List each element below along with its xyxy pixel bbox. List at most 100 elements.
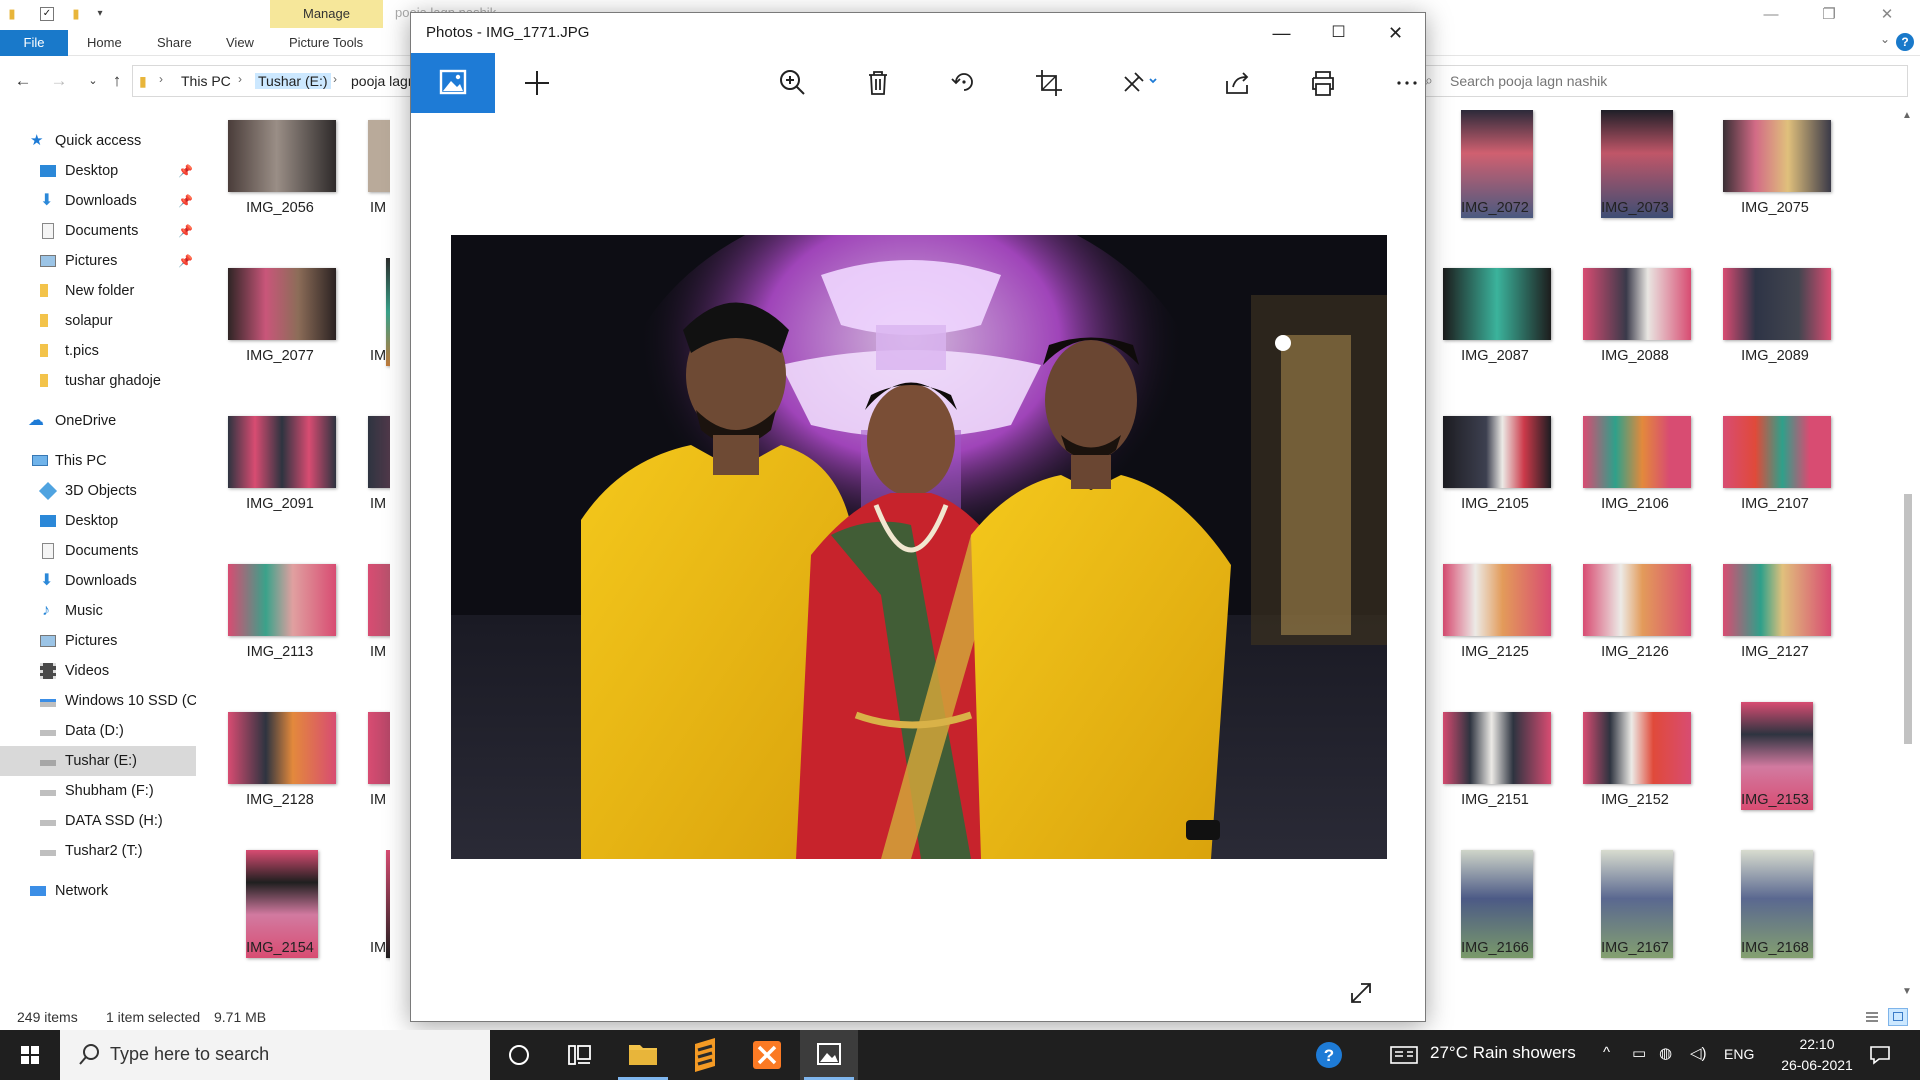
list-item[interactable]: IMG_2077 [210, 258, 350, 406]
expand-ribbon-icon[interactable]: ⌄ [1880, 32, 1890, 46]
sidebar-item-t-pics[interactable]: t.pics [0, 336, 196, 366]
sidebar-item-3d-objects[interactable]: 3D Objects [0, 476, 196, 506]
battery-icon[interactable]: ▭ [1632, 1044, 1646, 1062]
print-button[interactable] [1305, 65, 1341, 101]
list-item[interactable]: IMG_2154 [210, 850, 350, 998]
list-item[interactable]: IMG_2105 [1425, 406, 1565, 554]
pin-icon[interactable]: 📌 [178, 246, 193, 276]
list-item[interactable]: IM [350, 110, 390, 258]
sidebar-item-desktop-pc[interactable]: Desktop [0, 506, 196, 536]
list-item[interactable]: IMG_2113 [210, 554, 350, 702]
back-arrow-icon[interactable]: ← [12, 70, 34, 92]
notifications-icon[interactable] [1868, 1043, 1892, 1067]
full-screen-button[interactable] [1347, 979, 1375, 1007]
photo-canvas[interactable] [451, 235, 1387, 859]
sidebar-item-videos[interactable]: Videos [0, 656, 196, 686]
up-arrow-icon[interactable]: ↑ [106, 70, 128, 92]
explorer-close-button[interactable]: ✕ [1864, 0, 1910, 30]
details-view-icon[interactable] [1862, 1008, 1882, 1026]
sidebar-item-drive-d[interactable]: Data (D:) [0, 716, 196, 746]
system-clock[interactable]: 22:10 26-06-2021 [1772, 1034, 1862, 1076]
sidebar-item-pictures-pc[interactable]: Pictures [0, 626, 196, 656]
list-item[interactable]: IMG_2167 [1565, 850, 1705, 998]
search-box[interactable]: ⌕ [1422, 65, 1908, 97]
sidebar-item-drive-c[interactable]: Windows 10 SSD (C [0, 686, 196, 716]
network-globe-icon[interactable]: ◍ [1659, 1044, 1672, 1062]
properties-icon[interactable]: ✓ [40, 7, 54, 21]
list-item[interactable]: IMG_2166 [1425, 850, 1565, 998]
list-item[interactable]: IMG_2128 [210, 702, 350, 850]
list-item[interactable]: IM [350, 554, 390, 702]
breadcrumb[interactable]: ▮ › This PC › Tushar (E:) › pooja lagn n… [132, 65, 460, 97]
list-item[interactable]: IMG_2152 [1565, 702, 1705, 850]
large-icons-view-icon[interactable] [1888, 1008, 1908, 1026]
help-icon[interactable]: ? [1896, 33, 1914, 51]
show-hidden-icons-icon[interactable]: ^ [1603, 1044, 1610, 1061]
news-widget-icon[interactable] [1389, 1044, 1419, 1066]
sidebar-item-network[interactable]: Network [0, 876, 196, 906]
cortana-button[interactable] [490, 1030, 548, 1080]
tab-home[interactable]: Home [87, 30, 122, 56]
start-button[interactable] [0, 1030, 60, 1080]
sidebar-item-downloads[interactable]: ⬇ Downloads 📌 [0, 186, 196, 216]
tab-picture-tools[interactable]: Picture Tools [289, 30, 363, 56]
sidebar-item-drive-f[interactable]: Shubham (F:) [0, 776, 196, 806]
list-item[interactable]: IM [350, 258, 390, 406]
tab-share[interactable]: Share [157, 30, 192, 56]
recent-locations-icon[interactable]: ⌄ [82, 70, 104, 92]
list-item[interactable]: IM [350, 850, 390, 998]
photos-minimize-button[interactable]: — [1253, 13, 1310, 53]
list-item[interactable]: IM [350, 702, 390, 850]
list-item[interactable]: IMG_2091 [210, 406, 350, 554]
list-item[interactable]: IMG_2107 [1705, 406, 1845, 554]
sidebar-item-drive-t[interactable]: Tushar2 (T:) [0, 836, 196, 866]
list-item[interactable]: IMG_2106 [1565, 406, 1705, 554]
sidebar-item-onedrive[interactable]: ☁ OneDrive [0, 406, 196, 436]
sidebar-item-solapur[interactable]: solapur [0, 306, 196, 336]
manage-contextual-tab[interactable]: Manage [270, 0, 383, 28]
chevron-right-icon[interactable]: › [333, 72, 337, 86]
vertical-scrollbar[interactable]: ▲ ▼ [1898, 110, 1918, 1000]
chevron-right-icon[interactable]: › [238, 72, 242, 86]
help-tips-icon[interactable]: ? [1313, 1039, 1345, 1071]
sidebar-item-drive-e[interactable]: Tushar (E:) [0, 746, 196, 776]
sidebar-item-documents[interactable]: Documents 📌 [0, 216, 196, 246]
rotate-button[interactable] [946, 65, 982, 101]
sidebar-item-quick-access[interactable]: ★ Quick access [0, 126, 196, 156]
sidebar-item-pictures[interactable]: Pictures 📌 [0, 246, 196, 276]
sidebar-item-tushar-ghadoje[interactable]: tushar ghadoje [0, 366, 196, 396]
new-folder-icon[interactable]: ▮ [68, 6, 84, 22]
file-explorer-taskbar-button[interactable] [614, 1030, 672, 1080]
sidebar-item-this-pc[interactable]: This PC [0, 446, 196, 476]
customize-quick-access-icon[interactable]: ▾ [92, 6, 108, 22]
forward-arrow-icon[interactable]: → [48, 70, 70, 92]
share-button[interactable] [1219, 65, 1255, 101]
view-photo-button[interactable] [411, 53, 495, 113]
pin-icon[interactable]: 📌 [178, 216, 193, 246]
input-language[interactable]: ENG [1724, 1046, 1754, 1062]
add-to-button[interactable] [519, 65, 555, 101]
sidebar-item-drive-h[interactable]: DATA SSD (H:) [0, 806, 196, 836]
scroll-down-icon[interactable]: ▼ [1902, 986, 1912, 997]
photos-close-button[interactable]: ✕ [1367, 13, 1424, 53]
weather-status[interactable]: 27°C Rain showers [1430, 1043, 1576, 1063]
list-item[interactable]: IMG_2089 [1705, 258, 1845, 406]
taskbar-search-box[interactable]: Type here to search [60, 1030, 490, 1080]
delete-button[interactable] [860, 65, 896, 101]
list-item[interactable]: IMG_2088 [1565, 258, 1705, 406]
list-item[interactable]: IMG_2056 [210, 110, 350, 258]
zoom-button[interactable] [775, 65, 811, 101]
pin-icon[interactable]: 📌 [178, 186, 193, 216]
chevron-right-icon[interactable]: › [159, 72, 163, 86]
list-item[interactable]: IMG_2072 [1425, 110, 1565, 258]
breadcrumb-tushar-e[interactable]: Tushar (E:) [255, 73, 331, 89]
list-item[interactable]: IMG_2168 [1705, 850, 1845, 998]
sidebar-item-downloads-pc[interactable]: ⬇ Downloads [0, 566, 196, 596]
list-item[interactable]: IMG_2126 [1565, 554, 1705, 702]
list-item[interactable]: IMG_2151 [1425, 702, 1565, 850]
list-item[interactable]: IMG_2087 [1425, 258, 1565, 406]
sidebar-item-desktop[interactable]: Desktop 📌 [0, 156, 196, 186]
list-item[interactable]: IMG_2075 [1705, 110, 1845, 258]
xampp-taskbar-button[interactable] [738, 1030, 796, 1080]
photos-maximize-button[interactable]: ☐ [1310, 13, 1367, 53]
